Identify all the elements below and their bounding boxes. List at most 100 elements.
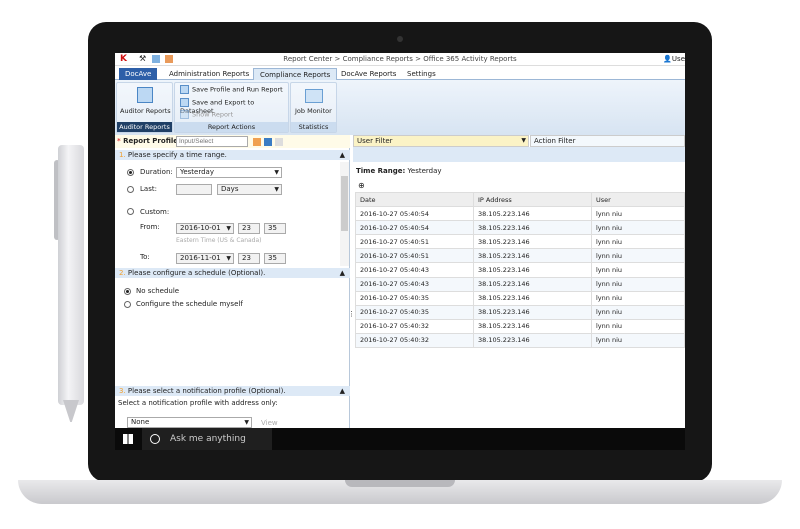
section-schedule-header[interactable]: 2. Please configure a schedule (Optional… — [115, 268, 350, 278]
custom-radio[interactable] — [127, 208, 134, 215]
custom-schedule-radio[interactable] — [124, 301, 131, 308]
auditor-reports-icon — [137, 87, 153, 103]
from-date-value: 2016-10-01 — [180, 224, 221, 232]
ip-cell: 38.105.223.146 — [473, 262, 592, 278]
last-radio[interactable] — [127, 186, 134, 193]
table-row[interactable]: 2016-10-27 05:40:51 38.105.223.146 lynn ni… — [355, 234, 685, 250]
last-unit-select[interactable]: Days ▼ — [217, 184, 282, 195]
load-profile-icon[interactable] — [253, 138, 261, 146]
screen: K ⚒ Report Center > Compliance Reports >… — [115, 53, 685, 450]
cortana-search-box[interactable]: Ask me anything — [142, 428, 272, 450]
title-bar: K ⚒ Report Center > Compliance Reports >… — [115, 53, 685, 66]
tab-docave-reports[interactable]: DocAve Reports — [335, 68, 402, 80]
save-profile-icon[interactable] — [264, 138, 272, 146]
ip-cell: 38.105.223.146 — [473, 206, 592, 222]
table-row[interactable]: 2016-10-27 05:40:54 38.105.223.146 lynn ni… — [355, 220, 685, 236]
windows-start-icon[interactable] — [123, 434, 133, 444]
user-cell: lynn niu — [591, 318, 685, 334]
notification-description: Select a notification profile with addre… — [118, 399, 278, 407]
statistics-group: Job Monitor Statistics — [290, 82, 337, 133]
chevron-down-icon: ▼ — [274, 186, 279, 193]
table-row[interactable]: 2016-10-27 05:40:35 38.105.223.146 lynn ni… — [355, 304, 685, 320]
date-cell: 2016-10-27 05:40:35 — [355, 290, 474, 306]
collapse-icon[interactable]: ▲ — [340, 150, 345, 160]
to-minute-stepper[interactable]: 35 — [264, 253, 286, 264]
report-profile-input[interactable] — [176, 136, 248, 147]
user-cell: lynn niu — [591, 304, 685, 320]
from-date-picker[interactable]: 2016-10-01 ▼ — [176, 223, 234, 234]
user-menu[interactable]: 👤Use — [663, 55, 685, 63]
from-minute-stepper[interactable]: 35 — [264, 223, 286, 234]
table-row[interactable]: 2016-10-27 05:40:54 38.105.223.146 lynn ni… — [355, 206, 685, 222]
table-row[interactable]: 2016-10-27 05:40:43 38.105.223.146 lynn ni… — [355, 262, 685, 278]
results-table: Date IP Address User 2016-10-27 05:40:54… — [355, 191, 685, 349]
group-label: Statistics — [291, 122, 336, 132]
add-column-icon[interactable]: ⊕ — [358, 181, 365, 190]
from-minute-value: 35 — [268, 224, 277, 232]
date-cell: 2016-10-27 05:40:32 — [355, 332, 474, 349]
last-count-input[interactable] — [176, 184, 212, 195]
ip-cell: 38.105.223.146 — [473, 290, 592, 306]
stylus-pen — [58, 145, 84, 405]
custom-label: Custom: — [140, 208, 170, 216]
collapse-icon[interactable]: ▲ — [340, 386, 345, 396]
tab-compliance-reports[interactable]: Compliance Reports — [253, 68, 338, 80]
tab-docave[interactable]: DocAve — [119, 68, 158, 80]
tab-settings[interactable]: Settings — [401, 68, 442, 80]
section-time-range-header[interactable]: 1. Please specify a time range. ▲ — [115, 150, 350, 160]
chevron-down-icon: ▼ — [244, 419, 249, 426]
section-number: 1. — [119, 151, 126, 159]
group-label: Auditor Reports — [117, 122, 172, 132]
user-filter-label: User Filter — [357, 137, 393, 145]
view-link[interactable]: View — [261, 419, 278, 427]
user-filter-dropdown[interactable]: User Filter ▼ — [353, 135, 529, 147]
save-run-button[interactable]: Save Profile and Run Report — [180, 85, 283, 94]
tab-administration-reports[interactable]: Administration Reports — [163, 68, 255, 80]
to-hour-stepper[interactable]: 23 — [238, 253, 260, 264]
ribbon: Auditor Reports Auditor Reports Save Pro… — [115, 80, 685, 135]
job-monitor-button[interactable]: Job Monitor — [295, 107, 332, 115]
from-label: From: — [140, 223, 160, 231]
to-date-picker[interactable]: 2016-11-01 ▼ — [176, 253, 234, 264]
search-placeholder: Ask me anything — [170, 434, 246, 444]
report-profile-text: Report Profile — [123, 137, 179, 145]
chevron-down-icon: ▼ — [274, 169, 279, 176]
show-report-button[interactable]: Show Report — [180, 110, 233, 119]
column-header-ip[interactable]: IP Address — [473, 191, 592, 208]
auditor-reports-button[interactable]: Auditor Reports — [120, 107, 171, 115]
collapse-icon[interactable]: ▲ — [340, 268, 345, 278]
date-cell: 2016-10-27 05:40:54 — [355, 206, 474, 222]
table-row[interactable]: 2016-10-27 05:40:43 38.105.223.146 lynn ni… — [355, 276, 685, 292]
ip-cell: 38.105.223.146 — [473, 318, 592, 334]
timezone-label: Eastern Time (US & Canada) — [176, 237, 262, 244]
stylus-tip — [63, 400, 79, 422]
table-row[interactable]: 2016-10-27 05:40:35 38.105.223.146 lynn ni… — [355, 290, 685, 306]
duration-radio[interactable] — [127, 169, 134, 176]
user-cell: lynn niu — [591, 290, 685, 306]
notification-select[interactable]: None ▼ — [127, 417, 252, 428]
custom-schedule-label: Configure the schedule myself — [136, 300, 243, 308]
action-filter-dropdown[interactable]: Action Filter — [530, 135, 685, 147]
table-row[interactable]: 2016-10-27 05:40:32 38.105.223.146 lynn ni… — [355, 332, 685, 349]
duration-select[interactable]: Yesterday ▼ — [176, 167, 282, 178]
filter-toolbar — [353, 147, 685, 162]
delete-profile-icon[interactable] — [275, 138, 283, 146]
section-scrollbar[interactable] — [340, 162, 349, 266]
table-row[interactable]: 2016-10-27 05:40:51 38.105.223.146 lynn ni… — [355, 248, 685, 264]
cortana-icon — [150, 434, 160, 444]
column-header-user[interactable]: User — [591, 191, 685, 208]
user-cell: lynn niu — [591, 248, 685, 264]
to-date-value: 2016-11-01 — [180, 254, 221, 262]
section-notification-header[interactable]: 3. Please select a notification profile … — [115, 386, 350, 396]
chevron-down-icon: ▼ — [226, 225, 231, 232]
from-hour-stepper[interactable]: 23 — [238, 223, 260, 234]
ip-cell: 38.105.223.146 — [473, 234, 592, 250]
job-monitor-icon — [305, 89, 323, 103]
column-header-date[interactable]: Date — [355, 191, 474, 208]
show-report-icon — [180, 110, 189, 119]
date-cell: 2016-10-27 05:40:43 — [355, 276, 474, 292]
scrollbar-thumb[interactable] — [341, 176, 348, 231]
table-row[interactable]: 2016-10-27 05:40:32 38.105.223.146 lynn ni… — [355, 318, 685, 334]
report-actions-group: Save Profile and Run Report Save and Exp… — [174, 82, 289, 133]
no-schedule-radio[interactable] — [124, 288, 131, 295]
